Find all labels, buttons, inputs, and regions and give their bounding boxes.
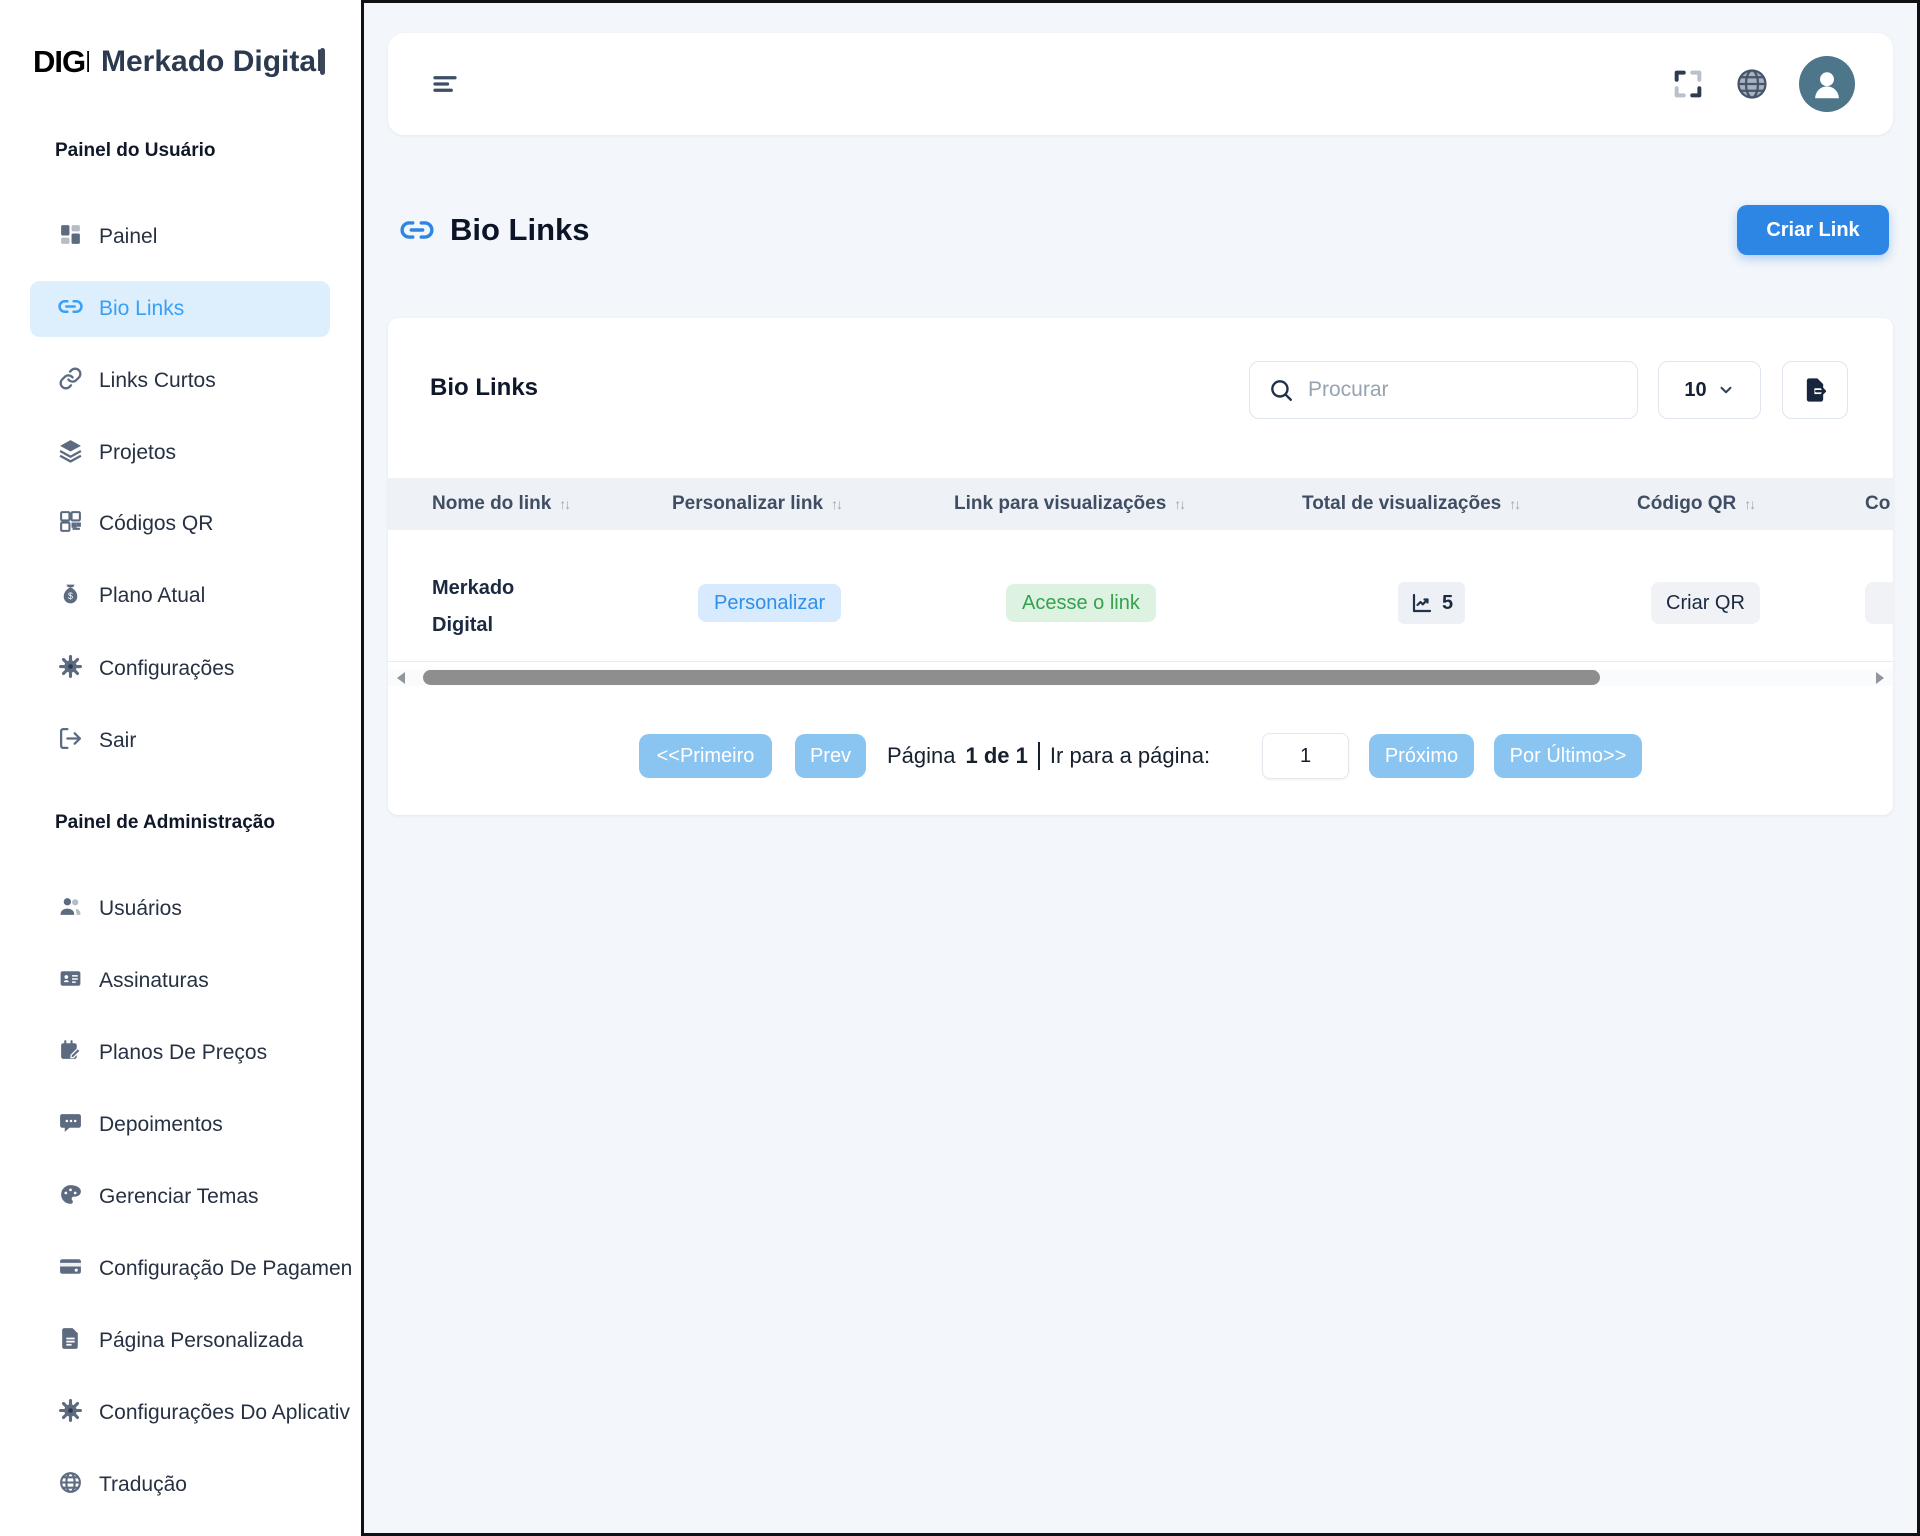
- brand-logo: DIGI: [33, 44, 89, 80]
- column-header-copiar-clipped[interactable]: Co: [1865, 478, 1890, 530]
- sidebar-section-user: Painel do Usuário: [55, 140, 215, 162]
- users-icon: [58, 894, 83, 924]
- sort-icon: ↑↓: [559, 496, 569, 512]
- brand[interactable]: DIGI Merkado Digital: [33, 38, 324, 86]
- column-header-link-visualizacoes[interactable]: Link para visualizações↑↓: [954, 478, 1184, 530]
- globe-icon: [58, 1470, 83, 1500]
- table-header-row: Nome do link↑↓ Personalizar link↑↓ Link …: [388, 478, 1893, 530]
- create-qr-button[interactable]: Criar QR: [1651, 582, 1760, 624]
- layers-icon: [58, 438, 83, 468]
- horizontal-scrollbar: [388, 669, 1893, 686]
- column-header-personalizar-link[interactable]: Personalizar link↑↓: [672, 478, 841, 530]
- money-bag-icon: [58, 581, 83, 611]
- separator: [1038, 742, 1040, 770]
- pagination: <<Primeiro Prev Página 1 de 1 Ir para a …: [388, 734, 1893, 780]
- chevron-down-icon: [1717, 381, 1735, 399]
- sidebar-item-bio-links[interactable]: Bio Links: [58, 287, 361, 331]
- page-info-text: Página 1 de 1 Ir para a página:: [887, 734, 1210, 778]
- topbar: [388, 33, 1893, 135]
- sidebar-item-projetos[interactable]: Projetos: [58, 431, 361, 475]
- sidebar: DIGI Merkado Digital Painel do Usuário P…: [0, 0, 361, 1536]
- page-header: Bio Links Criar Link: [388, 199, 1893, 261]
- page-size-select[interactable]: 10: [1658, 361, 1761, 419]
- page-title: Bio Links: [450, 212, 590, 248]
- row-divider: [388, 661, 1893, 662]
- short-link-icon: [58, 366, 83, 396]
- logout-icon: [58, 726, 83, 756]
- sidebar-item-configuracoes-aplicativo[interactable]: Configurações Do Aplicativ: [58, 1391, 361, 1435]
- language-globe-icon[interactable]: [1735, 67, 1769, 101]
- gear-icon: [58, 654, 83, 684]
- pricing-plans-icon: [58, 1038, 83, 1068]
- personalize-badge[interactable]: Personalizar: [698, 584, 841, 622]
- dashboard-icon: [58, 222, 83, 252]
- sidebar-section-admin: Painel de Administração: [55, 812, 275, 834]
- visit-link-badge[interactable]: Acesse o link: [1006, 584, 1156, 622]
- sort-icon: ↑↓: [831, 496, 841, 512]
- column-header-total-visualizacoes[interactable]: Total de visualizações↑↓: [1302, 478, 1519, 530]
- user-avatar[interactable]: [1799, 56, 1855, 112]
- fullscreen-icon[interactable]: [1671, 67, 1705, 101]
- first-page-button[interactable]: <<Primeiro: [639, 734, 772, 778]
- id-card-icon: [58, 966, 83, 996]
- search-icon: [1268, 377, 1294, 403]
- sort-icon: ↑↓: [1509, 496, 1519, 512]
- sidebar-item-planos-de-precos[interactable]: Planos De Preços: [58, 1031, 361, 1075]
- sidebar-item-configuracoes[interactable]: Configurações: [58, 647, 361, 691]
- page-size-value: 10: [1684, 379, 1706, 402]
- prev-page-button[interactable]: Prev: [795, 734, 866, 778]
- last-page-button[interactable]: Por Último>>: [1494, 734, 1642, 778]
- column-header-nome-do-link[interactable]: Nome do link↑↓: [432, 478, 569, 530]
- bio-link-icon: [400, 213, 434, 247]
- app-settings-icon: [58, 1398, 83, 1428]
- scrollbar-thumb[interactable]: [423, 670, 1600, 685]
- sidebar-item-gerenciar-temas[interactable]: Gerenciar Temas: [58, 1175, 361, 1219]
- page-word: Página: [887, 743, 956, 769]
- sidebar-item-plano-atual[interactable]: Plano Atual: [58, 574, 361, 618]
- app-window: DIGI Merkado Digital Painel do Usuário P…: [0, 0, 1920, 1536]
- sidebar-item-codigos-qr[interactable]: Códigos QR: [58, 502, 361, 546]
- qr-code-icon: [58, 509, 83, 539]
- sidebar-item-usuarios[interactable]: Usuários: [58, 887, 361, 931]
- goto-label: Ir para a página:: [1050, 743, 1210, 769]
- sidebar-item-depoimentos[interactable]: Depoimentos: [58, 1103, 361, 1147]
- next-page-button[interactable]: Próximo: [1369, 734, 1474, 778]
- payment-config-icon: [58, 1254, 83, 1284]
- main-content: Bio Links Criar Link Bio Links 10 Nome d…: [361, 0, 1920, 1536]
- sidebar-item-configuracao-pagamento[interactable]: Configuração De Pagamen: [58, 1247, 361, 1291]
- sidebar-item-sair[interactable]: Sair: [58, 719, 361, 763]
- testimonials-icon: [58, 1110, 83, 1140]
- views-count: 5: [1442, 592, 1453, 615]
- sidebar-scrollbar-thumb[interactable]: [320, 48, 325, 75]
- search-input[interactable]: [1308, 378, 1619, 402]
- sidebar-item-pagina-personalizada[interactable]: Página Personalizada: [58, 1319, 361, 1363]
- card-title: Bio Links: [430, 374, 538, 402]
- create-link-button[interactable]: Criar Link: [1737, 205, 1889, 255]
- page-info: 1 de 1: [966, 743, 1028, 769]
- menu-toggle-icon[interactable]: [430, 69, 460, 99]
- bio-link-icon: [58, 294, 83, 324]
- sort-icon: ↑↓: [1744, 496, 1754, 512]
- sort-icon: ↑↓: [1174, 496, 1184, 512]
- link-name-cell: Merkado Digital: [432, 570, 552, 644]
- export-icon: [1801, 376, 1829, 404]
- bio-links-card: Bio Links 10 Nome do link↑↓ Personalizar…: [388, 318, 1893, 815]
- scroll-left-arrow[interactable]: [397, 672, 405, 684]
- palette-icon: [58, 1182, 83, 1212]
- brand-name: Merkado Digital: [101, 45, 324, 79]
- sidebar-item-assinaturas[interactable]: Assinaturas: [58, 959, 361, 1003]
- chart-icon: [1410, 591, 1434, 615]
- sidebar-item-links-curtos[interactable]: Links Curtos: [58, 359, 361, 403]
- copy-button-partial[interactable]: [1865, 582, 1893, 624]
- search-box: [1249, 361, 1638, 419]
- views-count-pill[interactable]: 5: [1398, 582, 1465, 624]
- export-button[interactable]: [1782, 361, 1848, 419]
- goto-page-input[interactable]: [1262, 733, 1349, 779]
- sidebar-item-traducao[interactable]: Tradução: [58, 1463, 361, 1507]
- custom-page-icon: [58, 1326, 83, 1356]
- column-header-codigo-qr[interactable]: Código QR↑↓: [1637, 478, 1754, 530]
- scroll-right-arrow[interactable]: [1876, 672, 1884, 684]
- sidebar-item-painel[interactable]: Painel: [58, 215, 361, 259]
- user-icon: [1808, 65, 1846, 103]
